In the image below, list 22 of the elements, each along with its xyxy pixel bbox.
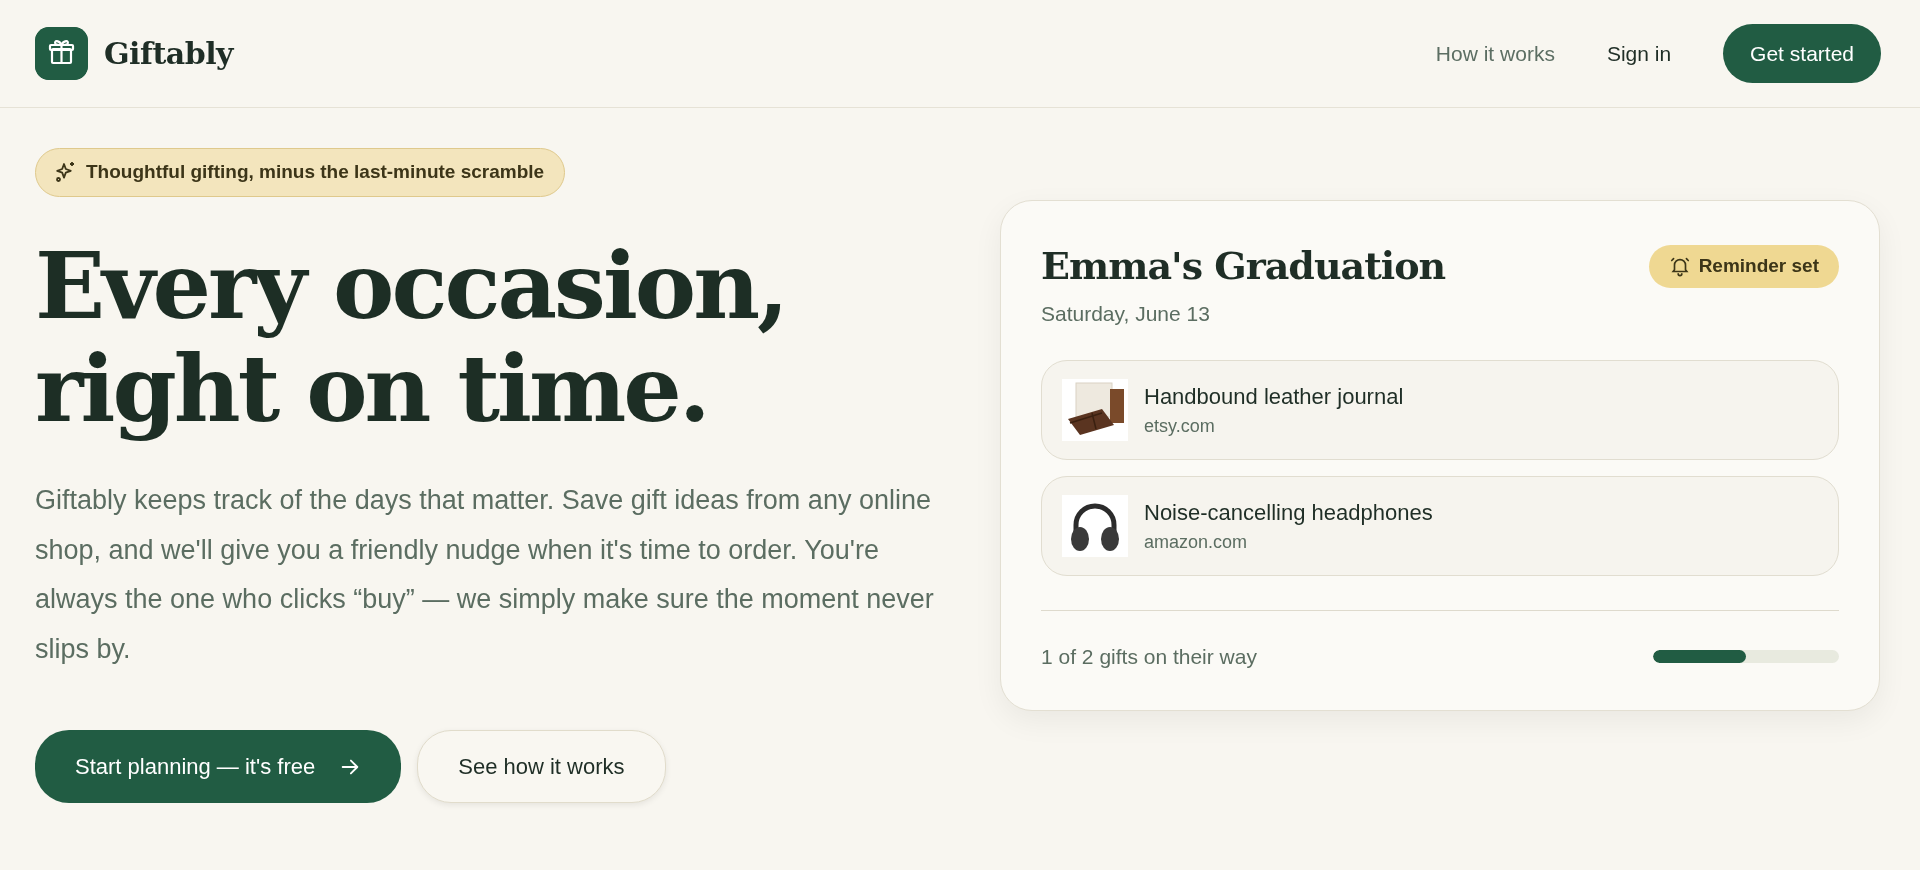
bell-icon xyxy=(1668,255,1691,278)
gift-item[interactable]: Handbound leather journal etsy.com xyxy=(1041,359,1839,460)
reminder-badge: Reminder set xyxy=(1648,245,1839,288)
logo-icon xyxy=(35,27,88,80)
tagline-badge: Thoughtful gifting, minus the last-minute scramble xyxy=(35,148,566,197)
nav-link[interactable]: Sign in xyxy=(1606,33,1672,74)
headline: Every occasion, xyxy=(35,234,788,339)
progress-text: 1 of 2 gifts on their way xyxy=(1041,643,1257,670)
event-date: Saturday, June 13 xyxy=(1041,301,1211,327)
gift-shop: etsy.com xyxy=(1144,414,1216,438)
gift-name: Noise-cancelling headphones xyxy=(1144,498,1433,527)
headline: right on time. xyxy=(35,338,709,443)
see-how-button[interactable]: See how it works xyxy=(417,730,666,804)
gift-item[interactable]: Noise-cancelling headphones amazon.com xyxy=(1041,475,1839,576)
nav-link[interactable]: How it works xyxy=(1435,33,1555,74)
gift-shop: amazon.com xyxy=(1144,530,1249,554)
brand-name[interactable]: Giftably xyxy=(104,31,234,76)
start-planning-button[interactable]: Start planning — it's free xyxy=(35,730,402,804)
event-title: Emma's Graduation xyxy=(1041,242,1446,290)
get-started-button[interactable]: Get started xyxy=(1723,23,1881,84)
hero-description: Giftably keeps track of the days that matter. Save gift ideas from any online shop, and we'll give you a friendly nudge when it's time to order. You're always the one who clicks “buy” — we simply make sure the moment never slips by. xyxy=(35,484,935,666)
gift-name: Handbound leather journal xyxy=(1144,382,1404,411)
